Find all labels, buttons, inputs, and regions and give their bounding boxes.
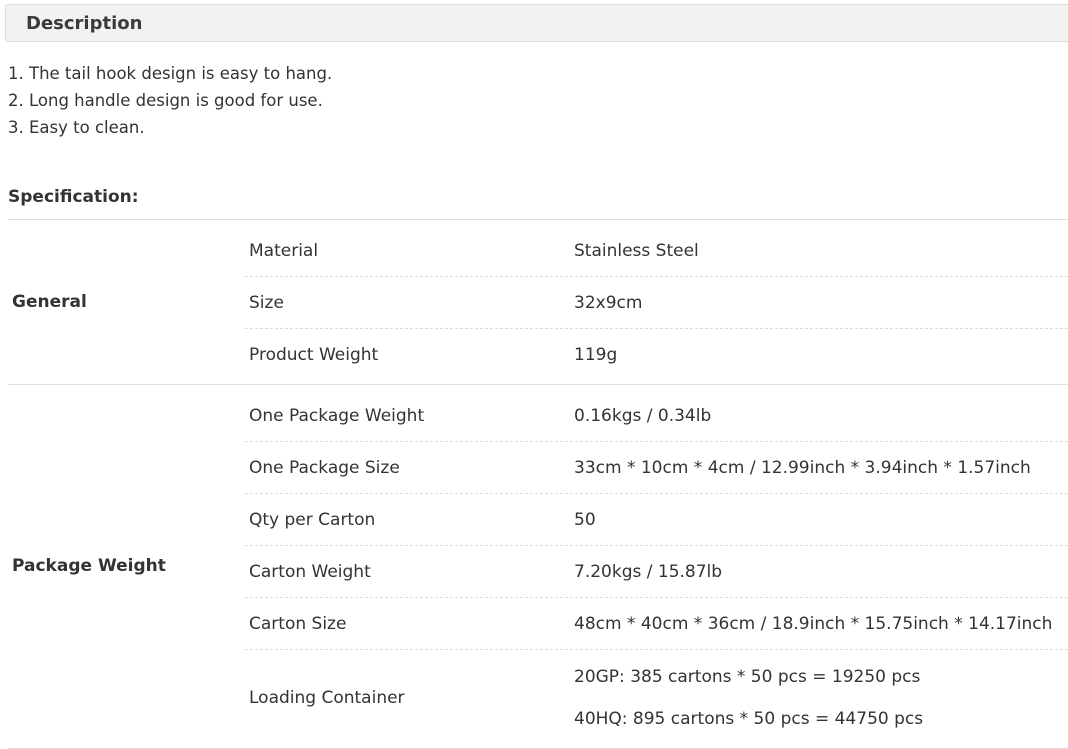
spec-value: 119g: [574, 345, 618, 365]
spec-key: Carton Weight: [249, 562, 371, 582]
description-title: Description: [26, 13, 143, 34]
spec-row-qty-per-carton: Qty per Carton 50: [245, 493, 1068, 546]
spec-row-one-package-size: One Package Size 33cm * 10cm * 4cm / 12.…: [245, 441, 1068, 494]
spec-row-product-weight: Product Weight 119g: [245, 328, 1068, 381]
spec-row-carton-weight: Carton Weight 7.20kgs / 15.87lb: [245, 545, 1068, 598]
spec-key: Size: [249, 293, 284, 313]
spec-value: 40HQ: 895 cartons * 50 pcs = 44750 pcs: [574, 709, 924, 729]
spec-key: Product Weight: [249, 345, 379, 365]
description-list: 1. The tail hook design is easy to hang.…: [8, 60, 332, 141]
spec-key: Carton Size: [249, 614, 347, 634]
spec-value: 50: [574, 510, 596, 530]
spec-row-size: Size 32x9cm: [245, 276, 1068, 329]
description-item: 2. Long handle design is good for use.: [8, 91, 323, 110]
section-label-package-weight: Package Weight: [12, 556, 166, 576]
spec-row-one-package-weight: One Package Weight 0.16kgs / 0.34lb: [245, 389, 1068, 441]
spec-value: 48cm * 40cm * 36cm / 18.9inch * 15.75inc…: [574, 614, 1053, 634]
section-label-general: General: [12, 292, 87, 312]
spec-value: 33cm * 10cm * 4cm / 12.99inch * 3.94inch…: [574, 458, 1031, 478]
spec-section-general: General Material Stainless Steel Size 32…: [8, 219, 1068, 385]
spec-value: 20GP: 385 cartons * 50 pcs = 19250 pcs: [574, 667, 921, 687]
spec-row-carton-size: Carton Size 48cm * 40cm * 36cm / 18.9inc…: [245, 597, 1068, 650]
spec-row-material: Material Stainless Steel: [245, 224, 1068, 276]
spec-key: Qty per Carton: [249, 510, 376, 530]
spec-key: One Package Size: [249, 458, 400, 478]
description-header: Description: [5, 4, 1068, 42]
spec-value: 32x9cm: [574, 293, 643, 313]
spec-value: Stainless Steel: [574, 241, 699, 261]
spec-value: 7.20kgs / 15.87lb: [574, 562, 723, 582]
spec-key: Material: [249, 241, 319, 261]
spec-row-loading-container: Loading Container 20GP: 385 cartons * 50…: [245, 649, 1068, 748]
description-item: 1. The tail hook design is easy to hang.: [8, 64, 333, 83]
spec-key: One Package Weight: [249, 406, 425, 426]
spec-key: Loading Container: [249, 688, 405, 708]
spec-section-package-weight: Package Weight One Package Weight 0.16kg…: [8, 384, 1068, 749]
description-item: 3. Easy to clean.: [8, 118, 145, 137]
specification-title: Specification:: [8, 187, 139, 207]
spec-value: 0.16kgs / 0.34lb: [574, 406, 712, 426]
